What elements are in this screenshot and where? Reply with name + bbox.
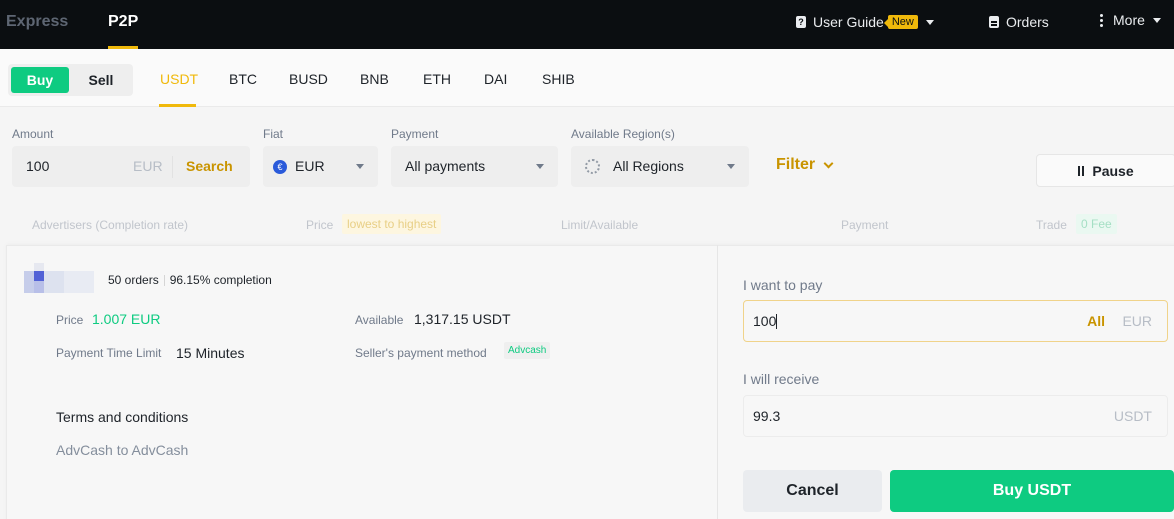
- pay-label: I want to pay: [743, 277, 823, 293]
- header-price[interactable]: Price: [306, 218, 333, 232]
- caret-down-icon: [356, 164, 364, 169]
- asset-tab-bar: Buy Sell USDT BTC BUSD BNB ETH DAI SHIB: [0, 49, 1174, 107]
- pause-label: Pause: [1092, 162, 1134, 179]
- amount-input[interactable]: 100: [26, 158, 49, 174]
- nav-p2p[interactable]: P2P: [108, 13, 138, 31]
- header-trade: Trade: [1036, 218, 1067, 232]
- pay-amount-input[interactable]: 100 All EUR: [743, 300, 1168, 342]
- price-value: 1.007 EUR: [92, 311, 161, 327]
- globe-icon: [585, 159, 600, 174]
- pay-amount-text: 100: [753, 313, 777, 329]
- buy-sell-toggle: Buy Sell: [8, 64, 133, 96]
- fiat-label: Fiat: [263, 127, 284, 141]
- chevron-down-icon: [823, 158, 834, 168]
- caret-down-icon: [727, 164, 735, 169]
- vertical-dots-icon: [1099, 13, 1103, 27]
- price-sort-badge[interactable]: lowest to highest: [342, 214, 442, 234]
- amount-label: Amount: [12, 127, 54, 141]
- available-value: 1,317.15 USDT: [414, 311, 511, 327]
- buy-usdt-button[interactable]: Buy USDT: [890, 470, 1174, 512]
- pay-amount-value: 100: [753, 313, 778, 329]
- receive-amount-value: 99.3: [753, 408, 781, 424]
- order-count: 50 orders: [108, 273, 159, 287]
- price-label: Price: [56, 313, 84, 327]
- region-label: Available Region(s): [571, 127, 675, 141]
- payment-method-tag: Advcash: [504, 342, 551, 359]
- tab-eth[interactable]: ETH: [423, 71, 451, 87]
- user-guide-label: User Guide: [813, 14, 884, 30]
- pay-all-button[interactable]: All: [1087, 313, 1105, 329]
- payment-label: Payment: [391, 127, 439, 141]
- time-limit-label: Payment Time Limit: [56, 346, 162, 360]
- user-guide-menu[interactable]: ? User Guide New: [796, 14, 934, 30]
- tab-shib[interactable]: SHIB: [542, 71, 575, 87]
- new-badge: New: [883, 15, 918, 29]
- search-button[interactable]: Search: [186, 158, 233, 174]
- sell-toggle-button[interactable]: Sell: [72, 67, 130, 93]
- more-label: More: [1113, 12, 1145, 28]
- header-payment: Payment: [841, 218, 889, 232]
- orders-label: Orders: [1006, 14, 1049, 30]
- nav-express[interactable]: Express: [6, 13, 68, 31]
- tab-bnb[interactable]: BNB: [360, 71, 389, 87]
- fiat-select[interactable]: € EUR: [263, 146, 378, 187]
- caret-down-icon: [536, 164, 544, 169]
- receive-label: I will receive: [743, 371, 820, 387]
- amount-field[interactable]: 100 EUR Search: [12, 146, 250, 187]
- time-limit-value: 15 Minutes: [176, 345, 245, 361]
- completion-rate: 96.15% completion: [169, 273, 272, 287]
- filter-label: Filter: [776, 156, 816, 173]
- zero-fee-badge: 0 Fee: [1076, 214, 1117, 234]
- payment-value: All payments: [405, 158, 486, 174]
- text-cursor: [776, 314, 778, 329]
- caret-down-icon: [925, 19, 934, 25]
- stats-divider: [163, 274, 165, 286]
- header-advertisers: Advertisers (Completion rate): [32, 218, 189, 232]
- pay-currency: EUR: [1122, 313, 1152, 329]
- top-navigation-bar: Express P2P ? User Guide New Orders More: [0, 0, 1174, 49]
- active-tab-indicator: [159, 104, 196, 107]
- terms-title: Terms and conditions: [56, 409, 189, 425]
- caret-down-icon: [1152, 17, 1161, 23]
- buy-toggle-button[interactable]: Buy: [11, 67, 69, 93]
- card-divider: [717, 245, 718, 519]
- region-value: All Regions: [613, 158, 684, 174]
- filter-button[interactable]: Filter: [776, 156, 834, 174]
- advertiser-stats: 50 orders 96.15% completion: [108, 273, 272, 287]
- pause-button[interactable]: Pause: [1036, 154, 1174, 187]
- cancel-button[interactable]: Cancel: [743, 470, 882, 512]
- tab-dai[interactable]: DAI: [484, 71, 507, 87]
- document-icon: [989, 16, 999, 28]
- amount-currency: EUR: [133, 158, 163, 174]
- payment-select[interactable]: All payments: [391, 146, 558, 187]
- more-menu[interactable]: More: [1099, 12, 1161, 28]
- amount-divider: [172, 156, 173, 178]
- user-guide-icon: ?: [796, 16, 806, 28]
- receive-currency: USDT: [1113, 408, 1152, 424]
- available-label: Available: [355, 313, 404, 327]
- receive-amount-input[interactable]: 99.3 USDT: [743, 395, 1168, 437]
- fiat-value: EUR: [295, 158, 325, 174]
- orders-link[interactable]: Orders: [989, 14, 1049, 30]
- tab-usdt[interactable]: USDT: [160, 71, 198, 87]
- euro-coin-icon: €: [273, 160, 287, 174]
- tab-busd[interactable]: BUSD: [289, 71, 328, 87]
- terms-text: AdvCash to AdvCash: [56, 442, 189, 458]
- payment-method-label: Seller's payment method: [355, 346, 487, 360]
- region-select[interactable]: All Regions: [571, 146, 749, 187]
- tab-btc[interactable]: BTC: [229, 71, 257, 87]
- pause-icon: [1078, 165, 1085, 176]
- header-limit: Limit/Available: [561, 218, 639, 232]
- advertiser-name-blurred[interactable]: [24, 263, 104, 293]
